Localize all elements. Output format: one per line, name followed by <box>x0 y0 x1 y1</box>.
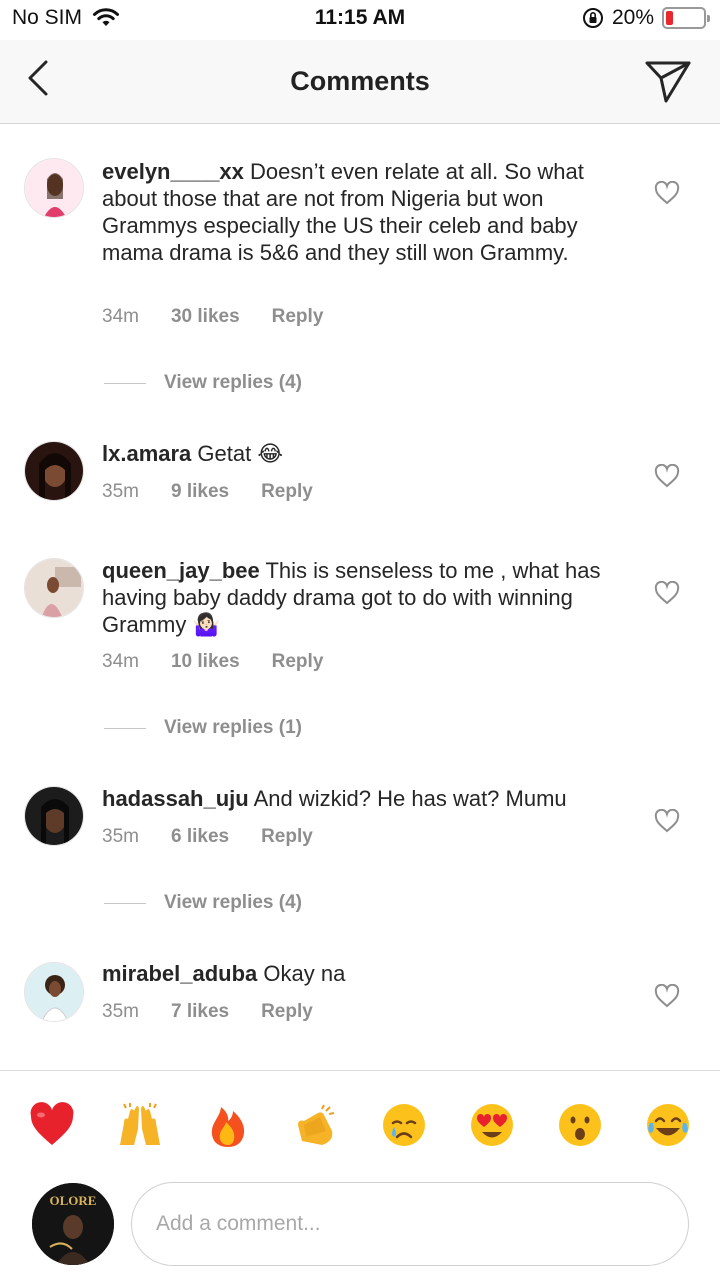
avatar[interactable] <box>24 158 84 218</box>
comment-likes[interactable]: 9 likes <box>171 481 229 503</box>
comment-likes[interactable]: 10 likes <box>171 651 240 673</box>
battery-percent: 20% <box>611 6 654 29</box>
reply-button[interactable]: Reply <box>261 826 313 848</box>
heart-icon[interactable] <box>654 809 680 833</box>
emoji-quick-bar <box>0 1070 720 1174</box>
avatar[interactable] <box>24 441 84 501</box>
comment-time: 34m <box>102 306 139 327</box>
view-replies-label: View replies (4) <box>164 372 302 393</box>
status-bar: No SIM 11:15 AM 20% <box>0 0 720 40</box>
comment-meta: 35m 6 likes Reply <box>102 826 313 848</box>
avatar[interactable] <box>24 558 84 618</box>
comment-text: queen_jay_bee This is senseless to me , … <box>102 557 617 638</box>
comment-likes[interactable]: 7 likes <box>171 1001 229 1023</box>
avatar-logo-text: OLORE <box>50 1193 97 1208</box>
orientation-lock-icon <box>582 8 603 28</box>
fire-emoji-icon[interactable] <box>204 1101 252 1149</box>
status-right: 20% <box>582 6 710 30</box>
comment-likes[interactable]: 6 likes <box>171 826 229 848</box>
crying-face-emoji-icon[interactable] <box>380 1101 428 1149</box>
heart-emoji-icon[interactable] <box>28 1101 76 1149</box>
reply-button[interactable]: Reply <box>261 481 313 503</box>
divider-line <box>104 902 146 904</box>
divider-line <box>104 382 146 384</box>
comment-username[interactable]: hadassah_uju <box>102 786 249 811</box>
heart-eyes-emoji-icon[interactable] <box>468 1101 516 1149</box>
raising-hands-emoji-icon[interactable] <box>116 1101 164 1149</box>
direct-send-icon[interactable] <box>644 56 692 104</box>
comment-text: hadassah_uju And wizkid? He has wat? Mum… <box>102 785 617 812</box>
heart-icon[interactable] <box>654 581 680 605</box>
view-replies-button[interactable]: View replies (1) <box>104 717 302 739</box>
battery-level <box>666 11 674 25</box>
current-user-avatar[interactable]: OLORE <box>32 1183 114 1265</box>
comment-meta: 34m 10 likes Reply <box>102 651 323 673</box>
comment-message: And wizkid? He has wat? Mumu <box>253 786 567 811</box>
comment-text: evelyn____xx Doesn’t even relate at all.… <box>102 158 617 266</box>
comment-meta: 35m 9 likes Reply <box>102 481 313 503</box>
page-title: Comments <box>290 66 430 96</box>
heart-icon[interactable] <box>654 984 680 1008</box>
battery-icon <box>662 7 710 29</box>
tears-of-joy-emoji-icon[interactable] <box>644 1101 692 1149</box>
comment-meta: 34m 30 likes Reply <box>102 306 323 328</box>
comment-text: lx.amara Getat 😂 <box>102 440 617 467</box>
comment-input[interactable] <box>131 1182 689 1266</box>
reply-button[interactable]: Reply <box>261 1001 313 1023</box>
comment-meta: 35m 7 likes Reply <box>102 1001 313 1023</box>
comment-time: 35m <box>102 481 139 502</box>
comment-username[interactable]: evelyn____xx <box>102 159 244 184</box>
header: Comments <box>0 40 720 124</box>
view-replies-label: View replies (1) <box>164 717 302 738</box>
comment-message: Getat 😂 <box>197 441 284 466</box>
reply-button[interactable]: Reply <box>272 651 324 673</box>
comment-text: mirabel_aduba Okay na <box>102 960 617 987</box>
comment-username[interactable]: mirabel_aduba <box>102 961 257 986</box>
heart-icon[interactable] <box>654 181 680 205</box>
comment-likes[interactable]: 30 likes <box>171 306 240 328</box>
view-replies-button[interactable]: View replies (4) <box>104 892 302 914</box>
comment-message: Okay na <box>263 961 346 986</box>
comment-time: 34m <box>102 651 139 672</box>
reply-button[interactable]: Reply <box>272 306 324 328</box>
surprised-face-emoji-icon[interactable] <box>556 1101 604 1149</box>
view-replies-button[interactable]: View replies (4) <box>104 372 302 394</box>
comment-username[interactable]: lx.amara <box>102 441 191 466</box>
comment-time: 35m <box>102 826 139 847</box>
view-replies-label: View replies (4) <box>164 892 302 913</box>
avatar[interactable] <box>24 962 84 1022</box>
avatar[interactable] <box>24 786 84 846</box>
comment-username[interactable]: queen_jay_bee <box>102 558 260 583</box>
divider-line <box>104 727 146 729</box>
comment-time: 35m <box>102 1001 139 1022</box>
heart-icon[interactable] <box>654 464 680 488</box>
clapping-hands-emoji-icon[interactable] <box>292 1101 340 1149</box>
